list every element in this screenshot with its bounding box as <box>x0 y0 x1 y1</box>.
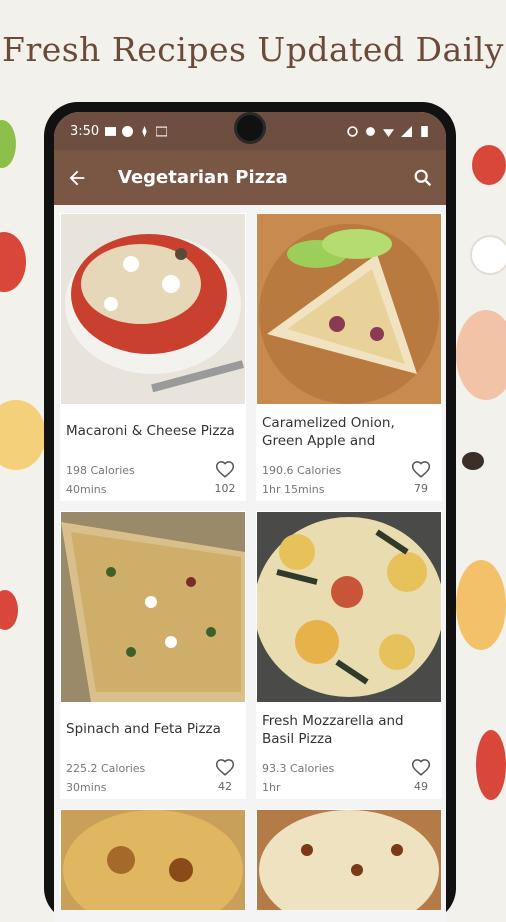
recipe-calories: 198 Calories <box>66 464 135 477</box>
recipe-image <box>61 810 245 910</box>
pizza-slice-decoration <box>456 310 506 400</box>
recipe-image <box>257 810 441 910</box>
recipe-name: Caramelized Onion, Green Apple and <box>262 415 395 449</box>
promo-headline: Fresh Recipes Updated Daily <box>2 30 504 69</box>
favorite[interactable]: 102 <box>212 459 238 495</box>
mushroom-decoration <box>470 235 506 275</box>
recipe-time: 1hr 15mins <box>262 483 325 496</box>
favorite[interactable]: 42 <box>212 757 238 793</box>
cast-icon <box>156 126 168 136</box>
recipe-card[interactable]: Macaroni & Cheese Pizza 198 Calories 40m… <box>60 213 246 501</box>
tomato-decoration <box>0 590 18 630</box>
hotspot-icon <box>366 126 375 136</box>
recipe-name: Macaroni & Cheese Pizza <box>66 423 235 439</box>
recipe-image <box>61 512 245 702</box>
recipe-time: 30mins <box>66 781 107 794</box>
tomato-decoration <box>0 232 26 292</box>
app-bar: Vegetarian Pizza <box>54 150 446 205</box>
like-count: 79 <box>414 482 428 495</box>
recipe-meta: 225.2 Calories 30mins <box>66 759 145 797</box>
pizza-slice-decoration <box>456 560 506 650</box>
battery-icon <box>421 125 428 137</box>
recipe-card[interactable]: Spinach and Feta Pizza 225.2 Calories 30… <box>60 511 246 799</box>
recipe-card[interactable] <box>60 809 246 910</box>
heart-icon[interactable] <box>411 757 431 776</box>
wifi-icon <box>383 128 394 137</box>
favorite[interactable]: 79 <box>408 459 434 495</box>
camera-notch <box>234 112 266 144</box>
recipe-image <box>257 512 441 702</box>
heart-icon[interactable] <box>215 757 235 776</box>
facebook-icon <box>122 125 134 137</box>
alarm-icon <box>347 125 358 137</box>
tomato-decoration <box>476 730 506 800</box>
notification-icon <box>142 125 147 137</box>
favorite[interactable]: 49 <box>408 757 434 793</box>
page-title: Vegetarian Pizza <box>118 167 288 188</box>
olive-decoration <box>462 452 484 470</box>
recipe-name: Spinach and Feta Pizza <box>66 721 221 737</box>
status-time: 3:50 <box>70 123 100 139</box>
recipe-meta: 93.3 Calories 1hr <box>262 759 334 797</box>
recipe-name: Fresh Mozzarella and Basil Pizza <box>262 713 404 747</box>
recipe-calories: 225.2 Calories <box>66 762 146 775</box>
like-count: 102 <box>214 482 236 495</box>
like-count: 49 <box>414 780 428 793</box>
recipe-meta: 198 Calories 40mins <box>66 461 135 499</box>
recipe-time: 40mins <box>66 483 107 496</box>
recipe-calories: 190.6 Calories <box>262 464 342 477</box>
recipe-grid: Macaroni & Cheese Pizza 198 Calories 40m… <box>54 205 446 910</box>
heart-icon[interactable] <box>411 459 431 478</box>
recipe-card[interactable] <box>256 809 442 910</box>
recipe-card[interactable]: Fresh Mozzarella and Basil Pizza 93.3 Ca… <box>256 511 442 799</box>
recipe-image <box>257 214 441 404</box>
like-count: 42 <box>218 780 232 793</box>
recipe-card[interactable]: Caramelized Onion, Green Apple and 190.6… <box>256 213 442 501</box>
tomato-decoration <box>472 145 506 185</box>
app-screen: 3:50 Vegetarian Pizza Macaroni & Cheese … <box>54 112 446 922</box>
recipe-time: 1hr <box>262 781 281 794</box>
search-icon[interactable] <box>412 167 434 189</box>
tomato-decoration <box>0 120 16 168</box>
signal-icon <box>401 125 412 137</box>
heart-icon[interactable] <box>215 459 235 478</box>
arrow-left-icon[interactable] <box>66 167 88 189</box>
recipe-image <box>61 214 245 404</box>
message-icon <box>105 126 117 136</box>
recipe-meta: 190.6 Calories 1hr 15mins <box>262 461 341 499</box>
phone-frame: 3:50 Vegetarian Pizza Macaroni & Cheese … <box>44 102 456 922</box>
mushroom-decoration <box>0 400 46 470</box>
recipe-calories: 93.3 Calories <box>262 762 335 775</box>
status-bar: 3:50 <box>54 112 446 150</box>
